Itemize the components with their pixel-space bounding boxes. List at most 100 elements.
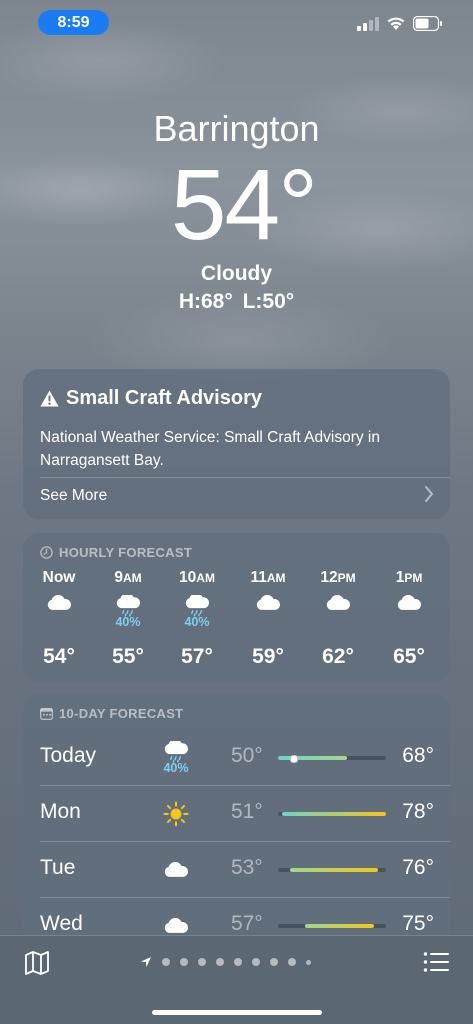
hour-icon-wrap: 40% xyxy=(97,595,159,637)
temp-range-fill xyxy=(278,756,348,760)
status-time[interactable]: 8:59 xyxy=(38,10,109,35)
hour-icon-wrap xyxy=(378,595,440,637)
chevron-right-icon[interactable] xyxy=(424,485,434,503)
page-dot[interactable] xyxy=(252,958,260,966)
see-more-link[interactable]: See More xyxy=(40,487,107,505)
ten-day-header: 10-DAY FORECAST xyxy=(40,706,183,721)
advisory-title: Small Craft Advisory xyxy=(66,387,262,409)
page-dot[interactable] xyxy=(162,958,170,966)
map-icon[interactable] xyxy=(24,950,50,976)
hour-icon-wrap: 40% xyxy=(166,595,228,637)
warning-icon xyxy=(40,390,59,407)
hourly-title: HOURLY FORECAST xyxy=(59,545,193,560)
ten-day-forecast-card[interactable]: 10-DAY FORECAST Today 40% 50° 68° Mon 51° 78° T… xyxy=(23,694,450,954)
hourly-item: 9AM 40% 55° xyxy=(97,569,159,668)
hourly-forecast-card[interactable]: HOURLY FORECAST Now 54° 9AM 40% 55° 10AM 40% 57… xyxy=(23,533,450,682)
temp-range-fill xyxy=(281,812,386,816)
day-high: 75° xyxy=(402,912,434,935)
cloud-rain-icon xyxy=(116,595,140,617)
city-name: Barrington xyxy=(153,108,320,149)
hourly-item: 11AM 59° xyxy=(237,569,299,668)
am-pm-suffix: PM xyxy=(337,571,356,585)
hourly-header: HOURLY FORECAST xyxy=(40,545,192,560)
am-pm-suffix: AM xyxy=(122,571,142,585)
cloud-rain-icon xyxy=(185,595,209,617)
cloud-icon xyxy=(397,595,421,610)
day-name: Tue xyxy=(40,856,76,879)
day-icon-wrap xyxy=(150,846,202,894)
current-temperature: 54° xyxy=(170,149,318,261)
temp-range-bar xyxy=(278,868,386,872)
hour-icon-wrap xyxy=(307,595,369,637)
current-temp-marker xyxy=(290,755,299,763)
hour-label: 1PM xyxy=(395,569,423,586)
hour-label: 12PM xyxy=(320,569,356,586)
hour-temp: 65° xyxy=(393,645,425,668)
ten-day-title: 10-DAY FORECAST xyxy=(59,706,184,721)
cloud-icon xyxy=(164,862,188,877)
am-pm-suffix: AM xyxy=(266,571,286,585)
hour-label: 9AM xyxy=(114,569,142,586)
list-icon[interactable] xyxy=(423,951,449,973)
battery-icon xyxy=(413,16,442,31)
hourly-item: Now 54° xyxy=(28,569,90,668)
day-row[interactable]: Mon 51° 78° xyxy=(40,786,450,841)
wifi-icon xyxy=(387,17,405,30)
cellular-signal-icon xyxy=(357,17,379,31)
precip-chance: 40% xyxy=(184,615,210,629)
day-icon-wrap xyxy=(150,790,202,838)
hour-temp: 55° xyxy=(112,645,144,668)
day-name: Today xyxy=(40,744,97,767)
day-low: 50° xyxy=(231,744,263,767)
page-dot[interactable] xyxy=(270,958,278,966)
bottom-toolbar xyxy=(0,935,473,1024)
location-arrow-icon[interactable] xyxy=(140,956,152,968)
cloud-icon xyxy=(47,595,71,610)
page-dot[interactable] xyxy=(234,958,242,966)
temp-range-bar xyxy=(278,812,386,816)
advisory-card[interactable]: Small Craft Advisory National Weather Se… xyxy=(23,369,450,519)
hour-icon-wrap xyxy=(28,595,90,637)
hour-temp: 62° xyxy=(322,645,354,668)
cloud-rain-icon xyxy=(164,741,188,763)
hour-temp: 54° xyxy=(43,645,75,668)
hourly-item: 12PM 62° xyxy=(307,569,369,668)
home-indicator[interactable] xyxy=(152,1010,322,1015)
temp-range-bar xyxy=(278,755,386,763)
page-dot[interactable] xyxy=(216,958,224,966)
day-low: 53° xyxy=(231,856,263,879)
page-dot[interactable] xyxy=(306,959,311,965)
am-pm-suffix: PM xyxy=(404,571,423,585)
day-name: Mon xyxy=(40,800,81,823)
am-pm-suffix: AM xyxy=(196,571,215,585)
day-high: 76° xyxy=(402,856,434,879)
status-bar: 8:59 xyxy=(0,0,473,46)
day-name: Wed xyxy=(40,912,83,935)
advisory-title-row: Small Craft Advisory xyxy=(40,387,262,410)
day-high: 68° xyxy=(402,744,434,767)
cloud-icon xyxy=(164,918,188,933)
day-low: 57° xyxy=(231,912,263,935)
clock-icon xyxy=(40,546,53,559)
hour-label: Now xyxy=(42,569,76,586)
advisory-body: National Weather Service: Small Craft Ad… xyxy=(40,429,380,469)
calendar-icon xyxy=(40,707,53,720)
page-dot[interactable] xyxy=(198,958,206,966)
day-high: 78° xyxy=(402,800,434,823)
temp-range-fill xyxy=(305,924,375,928)
hourly-item: 1PM 65° xyxy=(378,569,440,668)
hour-label: 11AM xyxy=(250,569,286,586)
divider xyxy=(40,477,450,478)
day-icon-wrap: 40% xyxy=(150,734,202,782)
page-dot[interactable] xyxy=(288,958,296,966)
current-condition: Cloudy xyxy=(200,262,273,285)
cloud-icon xyxy=(256,595,280,610)
cloud-icon xyxy=(326,595,350,610)
page-indicator[interactable] xyxy=(140,956,311,968)
hour-temp: 59° xyxy=(252,645,284,668)
precip-chance: 40% xyxy=(163,761,189,775)
high-low: H:68° L:50° xyxy=(178,290,295,313)
page-dot[interactable] xyxy=(180,958,188,966)
day-row[interactable]: Today 40% 50° 68° xyxy=(40,730,450,785)
day-row[interactable]: Tue 53° 76° xyxy=(40,842,450,897)
